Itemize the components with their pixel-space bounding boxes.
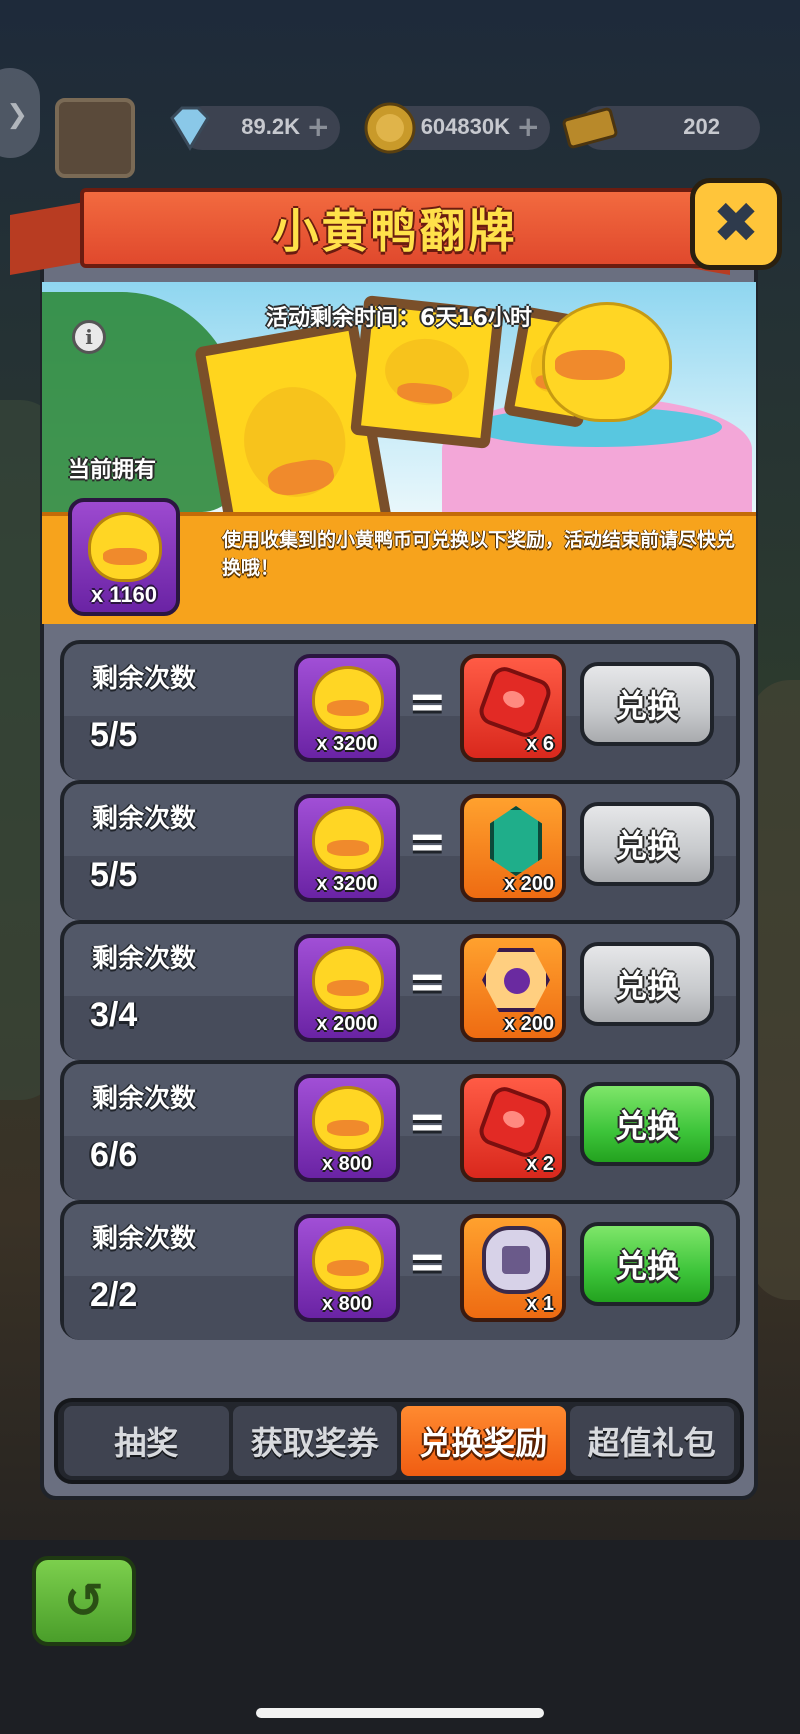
- bottom-tabs: 抽奖 获取奖券 兑换奖励 超值礼包: [54, 1398, 744, 1484]
- remaining-label: 剩余次数: [92, 1224, 197, 1254]
- remaining-count: 6/6: [90, 1136, 138, 1174]
- exchange-row: 剩余次数 6/6 x 800 = x 2 兑换: [60, 1060, 740, 1200]
- duck-coin-icon: [312, 1226, 384, 1292]
- chevron-right-icon: ❯: [6, 100, 28, 130]
- exchange-button[interactable]: 兑换: [580, 942, 714, 1026]
- remaining-count: 2/2: [90, 1276, 138, 1314]
- duck-coin-icon: [88, 512, 162, 582]
- cost-quantity: x 2000: [316, 1013, 378, 1035]
- diamond-icon: [170, 106, 210, 151]
- cost-item: x 800: [294, 1214, 400, 1322]
- exchange-button[interactable]: 兑换: [580, 802, 714, 886]
- duck-coin-icon: [312, 1086, 384, 1152]
- owned-quantity: x 1160: [90, 582, 158, 607]
- duck-coin-icon: [312, 666, 384, 732]
- page-title: 小黄鸭翻牌: [272, 204, 518, 258]
- exchange-row: 剩余次数 3/4 x 2000 = x 200 兑换: [60, 920, 740, 1060]
- red-gem-icon: [475, 663, 555, 741]
- exchange-row: 剩余次数 5/5 x 3200 = x 6 兑换: [60, 640, 740, 780]
- cost-item: x 800: [294, 1074, 400, 1182]
- ribbon-tail-left: [10, 200, 90, 276]
- remaining-count: 5/5: [90, 856, 138, 894]
- tab-value-packs[interactable]: 超值礼包: [569, 1406, 734, 1476]
- tab-exchange-rewards[interactable]: 兑换奖励: [401, 1406, 566, 1476]
- remaining-count: 3/4: [90, 996, 138, 1034]
- hex-badge-icon: [482, 948, 550, 1012]
- event-timer: 活动剩余时间：6天16小时: [266, 306, 532, 331]
- info-strip: x 1160 使用收集到的小黄鸭币可兑换以下奖励，活动结束前请尽快兑换哦！: [42, 498, 756, 624]
- exchange-button[interactable]: 兑换: [580, 1082, 714, 1166]
- title-banner: 小黄鸭翻牌: [80, 188, 710, 268]
- gem-amount: 89.2K: [241, 114, 300, 139]
- exchange-row: 剩余次数 5/5 x 3200 = x 200 兑换: [60, 780, 740, 920]
- remaining-count: 5/5: [90, 716, 138, 754]
- remaining-label: 剩余次数: [92, 944, 197, 974]
- reward-item[interactable]: x 6: [460, 654, 566, 762]
- cost-quantity: x 800: [321, 1293, 373, 1315]
- side-expand-button[interactable]: ❯: [0, 68, 40, 158]
- coin-amount: 604830K: [420, 114, 510, 139]
- home-indicator[interactable]: [256, 1708, 544, 1718]
- duck-coin-icon: [312, 806, 384, 872]
- exchange-row: 剩余次数 2/2 x 800 = x 1 兑换: [60, 1200, 740, 1340]
- reward-quantity: x 6: [526, 733, 554, 755]
- owned-duck-coin: x 1160: [68, 498, 180, 616]
- resource-bar: ❯ 89.2K + 604830K + 202: [0, 68, 800, 178]
- equals-sign: =: [408, 1234, 447, 1288]
- reward-item[interactable]: x 1: [460, 1214, 566, 1322]
- cost-item: x 2000: [294, 934, 400, 1042]
- cost-quantity: x 3200: [316, 733, 378, 755]
- gear-chip-icon: [482, 1226, 550, 1294]
- owned-label: 当前拥有: [68, 458, 157, 483]
- ticket-counter: 202: [562, 106, 760, 150]
- cost-quantity: x 3200: [316, 873, 378, 895]
- equals-sign: =: [408, 674, 447, 728]
- info-icon[interactable]: i: [72, 320, 106, 354]
- duck-coin-icon: [312, 946, 384, 1012]
- add-gems-button[interactable]: +: [307, 110, 330, 143]
- reward-item[interactable]: x 200: [460, 794, 566, 902]
- player-avatar[interactable]: [55, 98, 135, 178]
- equals-sign: =: [408, 954, 447, 1008]
- ticket-amount: 202: [683, 114, 720, 139]
- close-button[interactable]: ✖: [690, 178, 782, 270]
- reward-quantity: x 2: [526, 1153, 554, 1175]
- info-description: 使用收集到的小黄鸭币可兑换以下奖励，活动结束前请尽快兑换哦！: [222, 529, 736, 579]
- cost-quantity: x 800: [321, 1153, 373, 1175]
- tab-get-tickets[interactable]: 获取奖券: [232, 1406, 397, 1476]
- reward-quantity: x 200: [503, 1013, 554, 1035]
- close-icon: ✖: [712, 191, 760, 256]
- equals-sign: =: [408, 1094, 447, 1148]
- remaining-label: 剩余次数: [92, 1084, 197, 1114]
- green-crystal-icon: [490, 806, 542, 876]
- tab-lottery[interactable]: 抽奖: [64, 1406, 229, 1476]
- title-ribbon: 小黄鸭翻牌: [10, 180, 770, 280]
- exchange-button[interactable]: 兑换: [580, 662, 714, 746]
- add-coins-button[interactable]: +: [517, 110, 540, 143]
- reward-item[interactable]: x 200: [460, 934, 566, 1042]
- red-gem-icon: [475, 1083, 555, 1161]
- cost-item: x 3200: [294, 654, 400, 762]
- remaining-label: 剩余次数: [92, 804, 197, 834]
- exchange-button[interactable]: 兑换: [580, 1222, 714, 1306]
- gem-counter: 89.2K +: [170, 106, 340, 151]
- reward-quantity: x 1: [526, 1293, 554, 1315]
- return-button[interactable]: ↺: [32, 1556, 136, 1646]
- exchange-list[interactable]: 剩余次数 5/5 x 3200 = x 6 兑换 剩余次数 5/5 x 3200…: [56, 640, 742, 1368]
- return-arrow-icon: ↺: [63, 1573, 105, 1629]
- coin-counter: 604830K +: [364, 102, 550, 154]
- equals-sign: =: [408, 814, 447, 868]
- cost-item: x 3200: [294, 794, 400, 902]
- remaining-label: 剩余次数: [92, 664, 197, 694]
- reward-item[interactable]: x 2: [460, 1074, 566, 1182]
- ticket-icon: [562, 107, 618, 149]
- coin-icon: [364, 102, 416, 154]
- reward-quantity: x 200: [503, 873, 554, 895]
